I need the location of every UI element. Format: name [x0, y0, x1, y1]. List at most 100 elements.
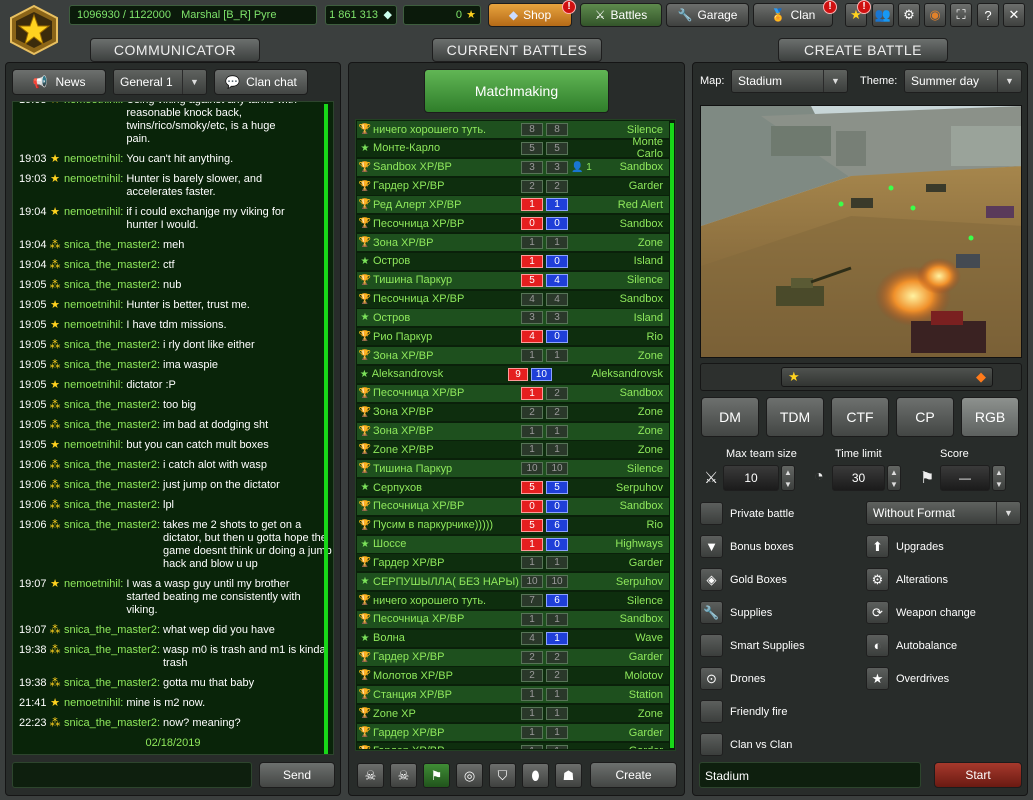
filter-jgr-button[interactable]: ☗ [555, 763, 582, 788]
send-button[interactable]: Send [259, 762, 335, 788]
filter-as-button[interactable]: ⛉ [489, 763, 516, 788]
option-gold-boxes[interactable]: ◈ Gold Boxes [700, 568, 860, 591]
format-select[interactable]: Without Format ▼ [866, 501, 1021, 525]
channel-select[interactable]: General 1 ▼ [113, 69, 207, 95]
autobalance-checkbox[interactable]: ◐ [866, 634, 889, 657]
arrow-up-icon[interactable]: ▲ [995, 468, 1003, 477]
battle-list[interactable]: 🏆 ничего хорошего туть. 8 8 Silence ★ Монте-Ка… [357, 121, 669, 749]
battle-row[interactable]: 🏆 Ред Алерт XP/BP 1 1 Red Alert [357, 196, 669, 214]
battles-button[interactable]: ⚔ Battles [580, 3, 662, 27]
filter-rugby-button[interactable]: ⬮ [522, 763, 549, 788]
settings-button[interactable]: ⚙ [898, 3, 920, 27]
supplies-checkbox[interactable]: 🔧 [700, 601, 723, 624]
score-field[interactable]: — [940, 465, 990, 491]
fullscreen-button[interactable]: ⛶ [950, 3, 972, 27]
battle-row[interactable]: 🏆 Зона XP/BP 2 2 Zone [357, 403, 669, 421]
battle-row[interactable]: 🏆 Тишина Паркур 5 4 Silence [357, 271, 669, 289]
battle-row[interactable]: ★ СЕРПУШЫЛЛА( БЕЗ НАРЫ) 10 10 Serpuhov [357, 573, 669, 591]
message-user[interactable]: snica_the_master2: [64, 399, 160, 412]
message-user[interactable]: nemoetnihil: [64, 173, 123, 199]
battle-row[interactable]: 🏆 Молотов XP/BP 2 2 Molotov [357, 667, 669, 685]
battle-row[interactable]: ★ Остров 3 3 Island [357, 309, 669, 327]
arrow-up-icon[interactable]: ▲ [890, 468, 898, 477]
sound-button[interactable]: ◉ [924, 3, 946, 27]
drones-checkbox[interactable]: ⊙ [700, 667, 723, 690]
time-limit-stepper[interactable]: ▲ ▼ [887, 465, 901, 491]
message-user[interactable]: snica_the_master2: [64, 479, 160, 492]
create-button[interactable]: Create [590, 762, 677, 788]
battle-row[interactable]: 🏆 Zone XP 1 1 Zone [357, 705, 669, 723]
option-bonus-boxes[interactable]: ▼ Bonus boxes [700, 535, 860, 558]
message-user[interactable]: nemoetnihil: [64, 206, 123, 232]
message-user[interactable]: nemoetnihil: [64, 379, 123, 392]
arrow-down-icon[interactable]: ▼ [995, 480, 1003, 489]
weapon-change-checkbox[interactable]: ⟳ [866, 601, 889, 624]
option-alterations[interactable]: ⚙ Alterations [866, 568, 1026, 591]
clan-vs-clan-checkbox[interactable] [700, 733, 723, 756]
battle-row[interactable]: 🏆 Гардер XP/BP 2 2 Garder [357, 648, 669, 666]
start-button[interactable]: Start [934, 762, 1022, 788]
message-user[interactable]: nemoetnihil: [64, 319, 123, 332]
message-user[interactable]: nemoetnihil: [64, 102, 123, 146]
mode-tdm-button[interactable]: TDM [766, 397, 824, 437]
battle-row[interactable]: 🏆 Sandbox XP/BP 3 3 👤 1 Sandbox [357, 158, 669, 176]
option-weapon-change[interactable]: ⟳ Weapon change [866, 601, 1026, 624]
message-user[interactable]: snica_the_master2: [64, 359, 160, 372]
battle-row[interactable]: 🏆Гардер XP/BP11Garder [357, 742, 669, 749]
mode-dm-button[interactable]: DM [701, 397, 759, 437]
option-autobalance[interactable]: ◐ Autobalance [866, 634, 1026, 657]
option-clan-vs-clan[interactable]: Clan vs Clan [700, 733, 860, 756]
max-rank-emblem-icon[interactable]: ◆ [976, 369, 986, 385]
bonus-boxes-checkbox[interactable]: ▼ [700, 535, 723, 558]
filter-cp-button[interactable]: ◎ [456, 763, 483, 788]
help-button[interactable]: ? [977, 3, 999, 27]
rank-range-slider[interactable]: ★ ◆ [781, 367, 993, 387]
message-user[interactable]: snica_the_master2: [64, 677, 160, 690]
battle-row[interactable]: 🏆 Гардер XP/BP 2 2 Garder [357, 177, 669, 195]
filter-dm-button[interactable]: ☠ [357, 763, 384, 788]
max-team-stepper[interactable]: ▲ ▼ [781, 465, 795, 491]
battle-row[interactable]: ★ Серпухов 5 5 Serpuhov [357, 479, 669, 497]
achievements-star-button[interactable]: ★ ! [845, 0, 871, 27]
chat-input[interactable] [12, 762, 252, 788]
time-limit-field[interactable]: 30 [832, 465, 885, 491]
battle-row[interactable]: 🏆 Песочница XP/BP 0 0 Sandbox [357, 497, 669, 515]
friendly-fire-checkbox[interactable] [700, 700, 723, 723]
battle-row[interactable]: 🏆 Zone XP/BP 1 1 Zone [357, 441, 669, 459]
battle-row[interactable]: 🏆 Песочница XP/BP 0 0 Sandbox [357, 215, 669, 233]
upgrades-checkbox[interactable]: ⬆ [866, 535, 889, 558]
clan-button[interactable]: 🏅 Clan ! [753, 0, 837, 27]
filter-ctf-button[interactable]: ⚑ [423, 763, 450, 788]
message-user[interactable]: snica_the_master2: [64, 419, 160, 432]
option-supplies[interactable]: 🔧 Supplies [700, 601, 860, 624]
theme-select[interactable]: Summer day ▼ [904, 69, 1022, 93]
option-drones[interactable]: ⊙ Drones [700, 667, 860, 690]
battle-row[interactable]: ★ Шоссе 1 0 Highways [357, 535, 669, 553]
arrow-down-icon[interactable]: ▼ [784, 480, 792, 489]
battle-row[interactable]: 🏆 Зона XP/BP 1 1 Zone [357, 347, 669, 365]
battle-row[interactable]: 🏆Гардер XP/BP11Garder [357, 724, 669, 741]
message-user[interactable]: snica_the_master2: [64, 259, 160, 272]
battle-row[interactable]: ★ Остров 1 0 Island [357, 252, 669, 270]
battle-row[interactable]: 🏆 Тишина Паркур 10 10 Silence [357, 460, 669, 478]
chat-log[interactable]: 19:03★nemoetnihil:Using viking against a… [12, 101, 334, 755]
overdrives-checkbox[interactable]: ★ [866, 667, 889, 690]
battle-list-scrollbar[interactable] [670, 123, 674, 748]
option-overdrives[interactable]: ★ Overdrives [866, 667, 1026, 690]
matchmaking-button[interactable]: Matchmaking [424, 69, 609, 113]
battle-row[interactable]: 🏆 Песочница XP/BP 1 2 Sandbox [357, 384, 669, 402]
filter-tdm-button[interactable]: ☠ [390, 763, 417, 788]
garage-button[interactable]: 🔧 Garage [666, 3, 749, 27]
message-user[interactable]: snica_the_master2: [64, 519, 160, 571]
battle-row[interactable]: ★ Волна 4 1 Wave [357, 629, 669, 647]
close-button[interactable]: ✕ [1003, 3, 1025, 27]
message-user[interactable]: snica_the_master2: [64, 717, 160, 730]
battle-row[interactable]: 🏆 Песочница XP/BP 4 4 Sandbox [357, 290, 669, 308]
message-user[interactable]: snica_the_master2: [64, 339, 160, 352]
option-friendly-fire[interactable]: Friendly fire [700, 700, 860, 723]
message-user[interactable]: snica_the_master2: [64, 239, 160, 252]
option-private-battle[interactable]: Private battle [700, 502, 860, 525]
message-user[interactable]: nemoetnihil: [64, 153, 123, 166]
battle-row[interactable]: 🏆 Станция XP/BP 1 1 Station [357, 686, 669, 704]
message-user[interactable]: nemoetnihil: [64, 578, 123, 617]
